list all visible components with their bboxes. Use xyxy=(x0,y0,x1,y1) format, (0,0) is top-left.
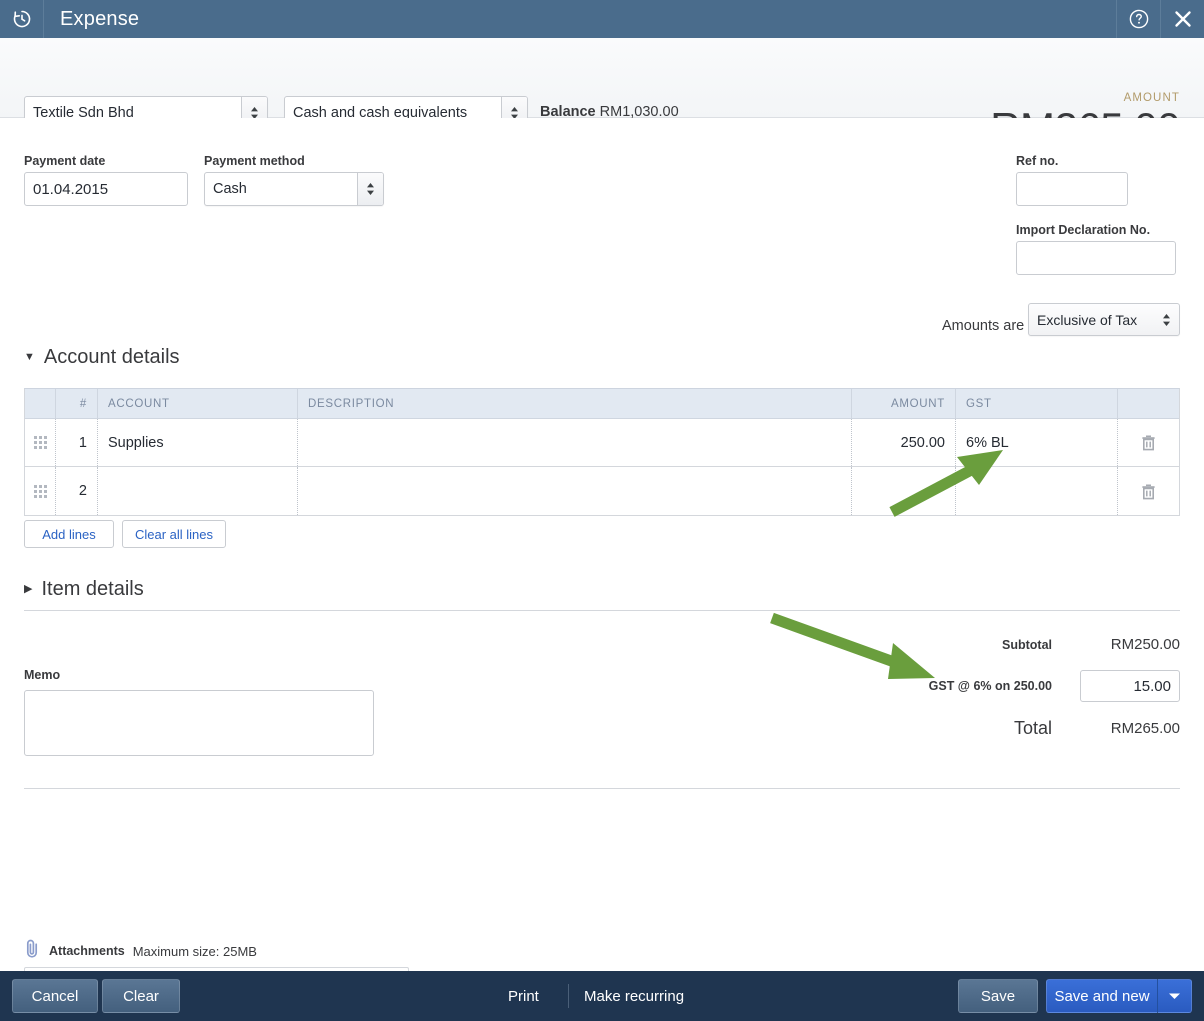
payment-method-value: Cash xyxy=(213,181,247,197)
window-title-bar: Expense xyxy=(0,0,1204,38)
account-details-table: # ACCOUNT DESCRIPTION AMOUNT GST 1 Suppl… xyxy=(24,388,1180,516)
item-details-heading: Item details xyxy=(41,578,144,600)
total-label: Total xyxy=(1013,718,1052,738)
total-row: Total RM265.00 xyxy=(800,718,1180,739)
history-clock-icon[interactable] xyxy=(0,0,44,38)
column-header-description: DESCRIPTION xyxy=(297,389,851,418)
table-header-row: # ACCOUNT DESCRIPTION AMOUNT GST xyxy=(25,389,1179,419)
gst-total-label: GST @ 6% on 250.00 xyxy=(928,679,1052,693)
account-details-heading: Account details xyxy=(43,346,180,368)
save-button[interactable]: Save xyxy=(958,979,1038,1013)
row-number: 1 xyxy=(55,419,97,466)
clear-button[interactable]: Clear xyxy=(102,979,180,1013)
column-header-gst: GST xyxy=(955,389,1117,418)
amounts-are-label: Amounts are xyxy=(942,318,1025,334)
row-account-cell[interactable] xyxy=(97,467,297,515)
amounts-are-select[interactable]: Exclusive of Tax xyxy=(1028,303,1180,336)
subtotal-row: Subtotal RM250.00 xyxy=(800,636,1180,653)
payment-date-label: Payment date xyxy=(24,154,106,168)
total-value: RM265.00 xyxy=(1110,720,1180,737)
caret-down-icon[interactable] xyxy=(1158,979,1192,1013)
attachments-header: Attachments Maximum size: 25MB xyxy=(24,938,257,964)
attachments-title: Attachments xyxy=(49,944,125,958)
help-circle-icon[interactable] xyxy=(1116,0,1160,38)
row-amount-cell[interactable] xyxy=(851,467,955,515)
payment-date-input[interactable]: 01.04.2015 xyxy=(24,172,188,206)
save-and-new-button[interactable]: Save and new xyxy=(1046,979,1158,1013)
trash-icon[interactable] xyxy=(1117,419,1179,466)
print-button[interactable]: Print xyxy=(508,988,539,1005)
column-header-amount: AMOUNT xyxy=(851,389,955,418)
memo-input[interactable] xyxy=(24,690,374,756)
attachments-max-size: Maximum size: 25MB xyxy=(132,943,257,959)
window-title: Expense xyxy=(60,7,140,30)
table-row[interactable]: 2 xyxy=(25,467,1179,515)
gst-total-row: GST @ 6% on 250.00 15.00 xyxy=(800,670,1180,702)
row-amount-cell[interactable]: 250.00 xyxy=(851,419,955,466)
row-description-cell[interactable] xyxy=(297,419,851,466)
table-row[interactable]: 1 Supplies 250.00 6% BL xyxy=(25,419,1179,467)
ref-no-label: Ref no. xyxy=(1016,154,1059,168)
column-header-num: # xyxy=(55,389,97,418)
close-x-icon[interactable] xyxy=(1160,0,1204,38)
form-body: Payment date 01.04.2015 Payment method C… xyxy=(0,118,1204,1021)
row-gst-cell[interactable]: 6% BL xyxy=(955,419,1117,466)
subtotal-label: Subtotal xyxy=(1002,637,1052,652)
payment-method-select[interactable]: Cash xyxy=(204,172,384,206)
row-gst-cell[interactable] xyxy=(955,467,1117,515)
account-details-section-toggle[interactable]: ▼ Account details xyxy=(24,346,180,369)
subtotal-value: RM250.00 xyxy=(1110,636,1180,653)
expense-window: Expense Textile Sdn Bhd Cash and cash eq… xyxy=(0,0,1204,1021)
clear-all-lines-button[interactable]: Clear all lines xyxy=(122,520,226,548)
add-lines-button[interactable]: Add lines xyxy=(24,520,114,548)
amounts-are-value: Exclusive of Tax xyxy=(1037,311,1138,328)
row-number: 2 xyxy=(55,467,97,515)
paperclip-icon[interactable] xyxy=(24,938,41,964)
import-declaration-label: Import Declaration No. xyxy=(1016,223,1151,237)
chevron-right-icon: ▶ xyxy=(24,583,33,595)
drag-handle-icon[interactable] xyxy=(25,467,55,515)
attachments-divider xyxy=(24,788,1180,789)
column-header-account: ACCOUNT xyxy=(97,389,297,418)
header-band: Textile Sdn Bhd Cash and cash equivalent… xyxy=(0,38,1204,151)
stepper-arrows-icon xyxy=(1153,304,1179,335)
row-account-cell[interactable]: Supplies xyxy=(97,419,297,466)
footer-bar: Cancel Clear Print Make recurring Save S… xyxy=(0,971,1204,1021)
chevron-down-icon: ▼ xyxy=(24,351,35,363)
make-recurring-button[interactable]: Make recurring xyxy=(584,988,684,1005)
memo-label: Memo xyxy=(24,668,61,682)
ref-no-input[interactable] xyxy=(1016,172,1128,206)
footer-separator xyxy=(568,984,569,1008)
title-bar-spacer xyxy=(139,0,1116,38)
column-header-actions xyxy=(1117,389,1179,418)
gst-amount-input[interactable]: 15.00 xyxy=(1080,670,1180,702)
section-divider xyxy=(24,610,1180,611)
payment-method-label: Payment method xyxy=(204,154,305,168)
cancel-button[interactable]: Cancel xyxy=(12,979,98,1013)
amount-label: AMOUNT xyxy=(1123,92,1180,104)
column-header-handle xyxy=(25,389,55,418)
import-declaration-input[interactable] xyxy=(1016,241,1176,275)
row-description-cell[interactable] xyxy=(297,467,851,515)
item-details-section-toggle[interactable]: ▶ Item details xyxy=(24,578,144,601)
trash-icon[interactable] xyxy=(1117,467,1179,515)
drag-handle-icon[interactable] xyxy=(25,419,55,466)
stepper-arrows-icon xyxy=(357,173,383,205)
